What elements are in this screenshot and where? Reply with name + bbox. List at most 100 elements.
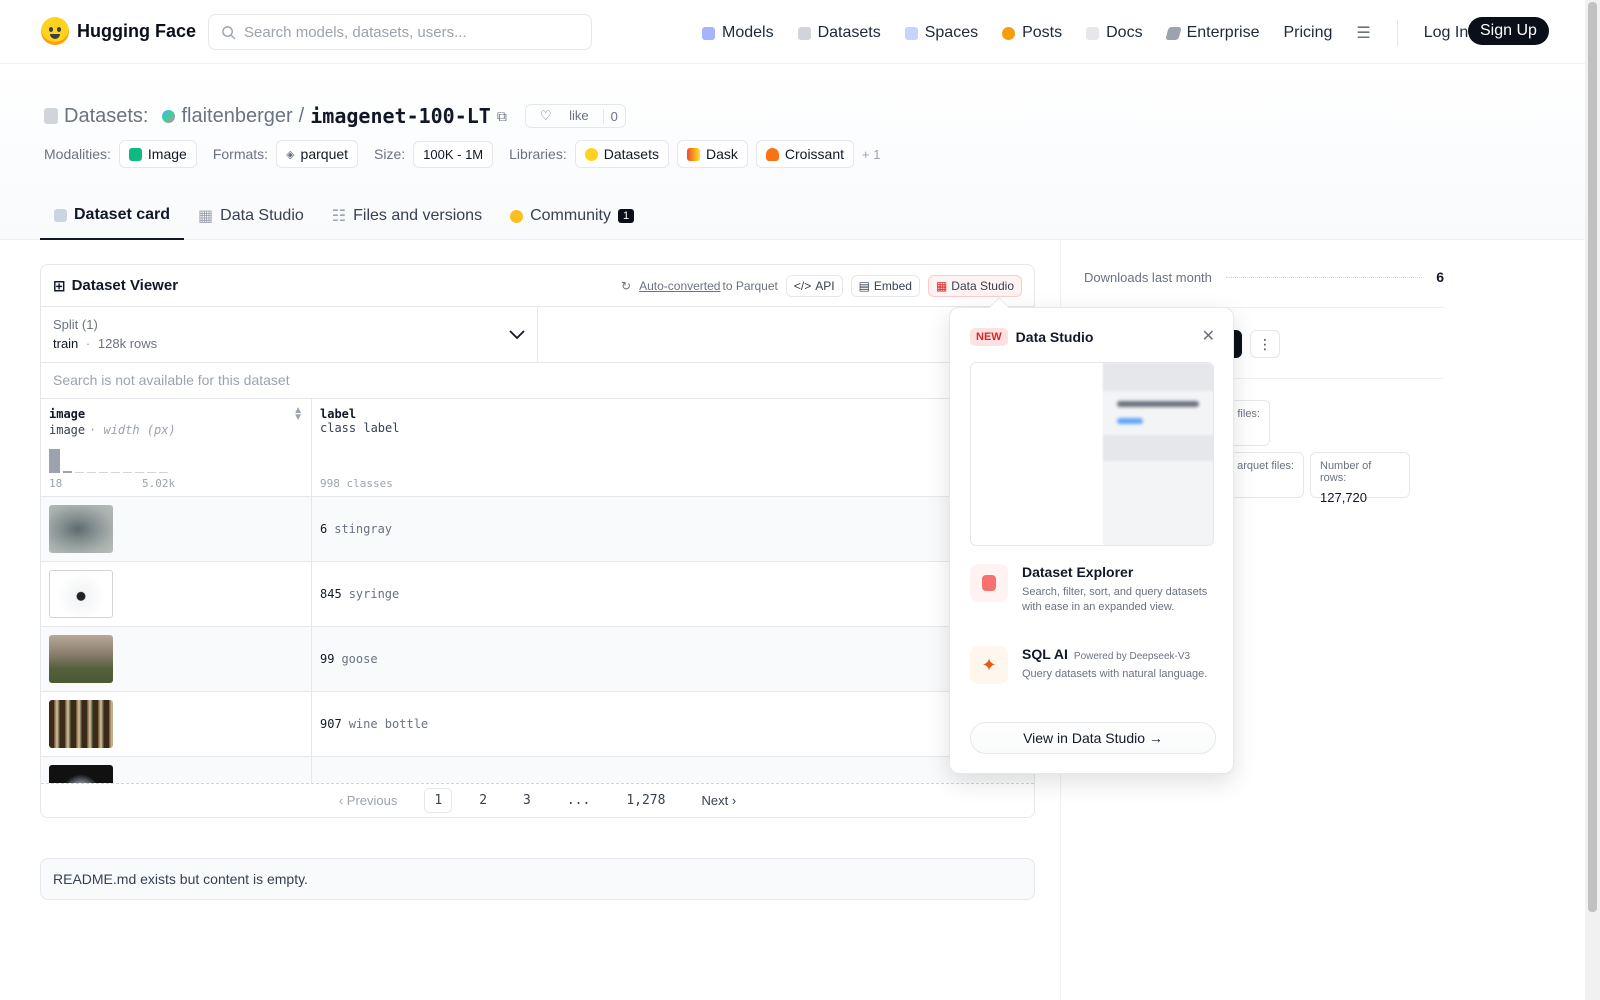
split-selector[interactable]: Split (1) train · 128k rows <box>41 307 538 362</box>
more-libraries[interactable]: + 1 <box>862 147 880 162</box>
like-button[interactable]: ♡ like 0 <box>524 104 626 128</box>
refresh-icon: ↻ <box>621 278 632 293</box>
close-icon[interactable]: ✕ <box>1202 326 1215 346</box>
tag-lib-datasets[interactable]: Datasets <box>574 140 669 168</box>
chat-bubble-icon <box>1002 26 1016 40</box>
search-input[interactable] <box>244 23 574 41</box>
tab-dataset-card[interactable]: Dataset card <box>40 192 185 240</box>
view-in-data-studio-button[interactable]: View in Data Studio → <box>970 722 1216 754</box>
column-label-header[interactable]: label class label 998 classes <box>312 399 1034 496</box>
table-row[interactable]: 845 syringe <box>41 562 1034 627</box>
row-image-thumbnail[interactable] <box>49 700 113 748</box>
grid-icon <box>904 26 918 40</box>
owner-avatar <box>162 109 176 123</box>
tab-data-studio[interactable]: ▦ Data Studio <box>184 192 318 240</box>
page-scrollbar-thumb[interactable] <box>1588 2 1597 912</box>
embed-button[interactable]: ▤ Embed <box>850 274 920 297</box>
tab-files[interactable]: ☷ Files and versions <box>318 192 496 240</box>
table-row[interactable]: 6 stingray <box>41 497 1034 562</box>
nav-links: Models Datasets Spaces Posts Docs Enterp… <box>702 20 1468 46</box>
downloads-dotted-line <box>1225 276 1423 278</box>
repo-name[interactable]: imagenet-100-LT <box>310 104 491 128</box>
home-link[interactable]: Hugging Face <box>41 17 196 45</box>
code-icon: </> <box>793 278 812 293</box>
label-id: 907 <box>320 717 342 731</box>
tag-lib-datasets-label: Datasets <box>603 146 659 162</box>
downloads-count: 6 <box>1436 269 1444 285</box>
heart-icon: ♡ <box>539 108 552 123</box>
column-label-name: label <box>320 407 357 421</box>
top-navbar: Hugging Face Models Datasets Spaces Post… <box>0 0 1585 64</box>
feature-explorer-desc: Search, filter, sort, and query datasets… <box>1022 586 1208 614</box>
auto-converted-link[interactable]: Auto-converted <box>639 279 720 293</box>
table-header: image image · width (px) ▲ ▼ 18 5.02k lab… <box>41 399 1034 497</box>
tag-parquet[interactable]: ◈ parquet <box>276 140 359 168</box>
table-body: 6 stingray 845 syringe 99 goose 907 wine bot… <box>41 497 1034 785</box>
row-image-thumbnail[interactable] <box>49 570 113 618</box>
last-page-button[interactable]: 1,278 <box>617 789 674 812</box>
data-studio-popover: NEW Data Studio ✕ Dataset Explorer Searc… <box>949 307 1234 774</box>
popover-header: NEW Data Studio <box>970 328 1093 346</box>
nav-docs[interactable]: Docs <box>1086 24 1143 42</box>
global-search[interactable] <box>208 14 592 50</box>
column-label-type: class label <box>320 421 400 435</box>
nav-datasets-label: Datasets <box>817 24 881 41</box>
chevron-left-icon: ‹ <box>338 793 344 808</box>
signup-button[interactable]: Sign Up <box>1468 17 1549 45</box>
feature-sql-title: SQL AI <box>1022 646 1068 662</box>
tag-lib-dask-label: Dask <box>705 146 738 162</box>
libraries-label: Libraries: <box>509 146 567 162</box>
tab-data-studio-label: Data Studio <box>220 207 304 224</box>
preview-footer-strip <box>1103 435 1213 461</box>
tag-lib-croissant[interactable]: Croissant <box>755 140 855 168</box>
row-image-thumbnail[interactable] <box>49 635 113 683</box>
more-options-icon[interactable]: ⋮ <box>1250 330 1280 358</box>
tag-lib-croissant-label: Croissant <box>784 146 845 162</box>
label-name: stingray <box>334 522 393 536</box>
tag-size[interactable]: 100K - 1M <box>413 140 494 168</box>
nav-spaces[interactable]: Spaces <box>904 24 978 42</box>
chevron-right-icon: › <box>731 793 737 808</box>
nav-posts[interactable]: Posts <box>1002 24 1062 42</box>
owner-link[interactable]: flaitenberger <box>181 105 292 128</box>
label-name: wine bottle <box>348 717 429 731</box>
api-button[interactable]: </> API <box>785 274 843 297</box>
table-row[interactable]: 99 goose <box>41 627 1034 692</box>
login-link[interactable]: Log In <box>1424 24 1468 42</box>
sort-icon[interactable]: ▲ ▼ <box>293 406 303 423</box>
tab-community[interactable]: Community 1 <box>496 192 648 240</box>
nav-pricing[interactable]: Pricing <box>1283 24 1332 42</box>
previous-page-button[interactable]: ‹ Previous <box>330 789 407 812</box>
data-studio-button[interactable]: ▦ Data Studio <box>927 274 1022 297</box>
feature-sql-ai: ✦ SQL AI Powered by Deepseek-V3 Query dat… <box>970 646 1220 684</box>
split-dot: · <box>85 336 91 351</box>
tag-image[interactable]: Image <box>118 140 197 168</box>
database-icon <box>970 564 1008 602</box>
page-1-button[interactable]: 1 <box>424 788 453 813</box>
enterprise-icon <box>1164 26 1182 40</box>
table-row[interactable]: 907 wine bottle <box>41 692 1034 757</box>
size-label: Size: <box>374 146 406 162</box>
histogram-bar <box>99 472 108 473</box>
histogram-bar <box>135 472 144 473</box>
more-menu-icon[interactable]: ☰ <box>1356 23 1370 43</box>
pagination: ‹ Previous 1 2 3 ... 1,278 Next › <box>41 783 1034 817</box>
copy-icon[interactable]: ⧉ <box>497 108 507 125</box>
column-image-header[interactable]: image image · width (px) ▲ ▼ 18 5.02k <box>41 399 312 496</box>
nav-models-label: Models <box>722 24 774 41</box>
page-3-button[interactable]: 3 <box>514 789 540 812</box>
nav-datasets[interactable]: Datasets <box>797 24 881 42</box>
nav-models[interactable]: Models <box>702 24 774 42</box>
histogram-bar <box>123 472 132 473</box>
row-image-thumbnail[interactable] <box>49 505 113 553</box>
search-icon <box>222 25 236 40</box>
hugging-face-logo-icon <box>41 17 69 45</box>
page-2-button[interactable]: 2 <box>470 789 496 812</box>
nav-enterprise[interactable]: Enterprise <box>1164 24 1259 42</box>
next-page-button[interactable]: Next › <box>692 789 745 812</box>
row-image-thumbnail[interactable] <box>49 765 113 784</box>
viewer-search-disabled: Search is not available for this dataset <box>41 363 1034 399</box>
table-row[interactable] <box>41 757 1034 785</box>
tag-lib-dask[interactable]: Dask <box>676 140 748 168</box>
croissant-icon <box>765 147 779 161</box>
